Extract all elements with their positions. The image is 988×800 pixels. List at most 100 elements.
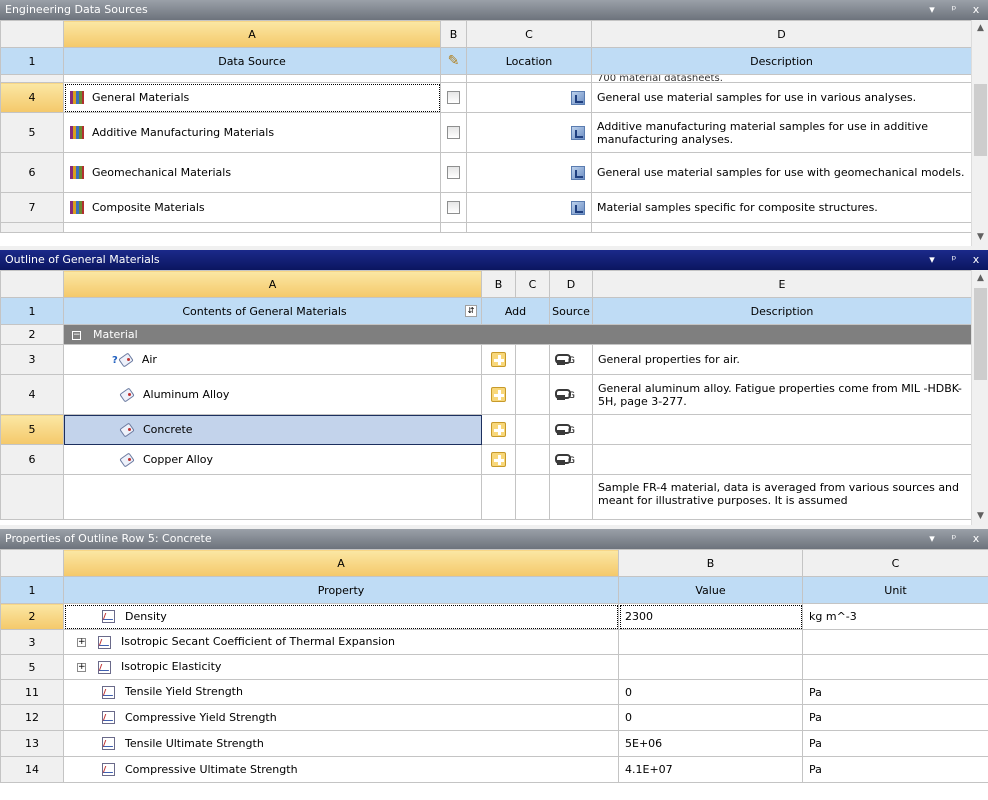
column-header-a[interactable]: A [63,270,482,298]
property-row[interactable]: + Isotropic Elasticity [63,654,619,680]
column-header-c[interactable]: C [466,20,592,48]
property-row[interactable]: + Isotropic Secant Coefficient of Thermal… [63,629,619,655]
property-row[interactable]: Density [63,603,619,630]
close-icon[interactable]: x [970,529,982,549]
row-number[interactable]: 13 [0,730,64,757]
row-description [592,444,971,475]
expand-icon[interactable]: + [77,637,86,647]
dropdown-icon[interactable]: ▾ [926,0,938,20]
dropdown-icon[interactable]: ▾ [926,529,938,549]
header-contents: ⇵ Contents of General Materials [63,297,482,325]
chart-icon [102,610,115,624]
data-source-row[interactable]: Geomechanical Materials [63,152,441,193]
property-value[interactable] [618,654,803,680]
collapse-icon[interactable]: − [72,330,81,340]
row-number[interactable]: 5 [0,112,64,153]
properties-table: A B C 1 Property Value Unit 2 Density 23… [0,549,988,783]
property-row[interactable]: Tensile Ultimate Strength [63,730,619,757]
material-group-row[interactable]: − Material [63,324,971,345]
material-row-selected[interactable]: Concrete [63,414,482,445]
sort-icon[interactable]: ⇵ [465,304,477,317]
property-unit[interactable]: Pa [802,679,988,705]
column-header-e[interactable]: E [592,270,971,298]
scroll-down-icon[interactable]: ▼ [972,229,988,246]
row-number[interactable]: 3 [0,629,64,655]
scroll-thumb[interactable] [974,288,987,380]
vertical-scrollbar[interactable]: ▲ ▼ [971,270,988,525]
panel-titlebar: Properties of Outline Row 5: Concrete ▾ … [0,529,988,549]
row-number: 2 [0,324,64,345]
property-unit[interactable] [802,629,988,655]
property-row[interactable]: Compressive Yield Strength [63,704,619,731]
property-unit[interactable]: Pa [802,730,988,757]
checkbox[interactable] [447,201,460,215]
row-number[interactable]: 6 [0,444,64,475]
pin-icon[interactable]: ᵖ [948,529,960,549]
property-value[interactable]: 2300 [618,603,803,630]
add-material-icon[interactable] [491,422,506,437]
row-number[interactable]: 7 [0,192,64,223]
browse-location-icon[interactable] [571,200,585,215]
column-header-b[interactable]: B [481,270,516,298]
row-number[interactable]: 14 [0,756,64,783]
column-header-a[interactable]: A [63,549,619,577]
row-number[interactable]: 6 [0,152,64,193]
row-number[interactable]: 3 [0,344,64,375]
row-number[interactable]: 11 [0,679,64,705]
property-unit[interactable]: Pa [802,756,988,783]
row-number[interactable]: 4 [0,82,64,113]
row-description: Material samples specific for composite … [591,192,971,223]
checkbox[interactable] [447,91,460,105]
scroll-up-icon[interactable]: ▲ [972,270,988,287]
close-icon[interactable]: x [970,0,982,20]
property-unit[interactable] [802,654,988,680]
column-header-a[interactable]: A [63,20,441,48]
property-value[interactable] [618,629,803,655]
checkbox[interactable] [447,126,460,140]
row-number[interactable]: 12 [0,704,64,731]
chart-icon [98,635,111,649]
row-number[interactable]: 4 [0,374,64,415]
data-source-row[interactable]: General Materials [63,82,441,113]
close-icon[interactable]: x [970,250,982,270]
property-value[interactable]: 5E+06 [618,730,803,757]
column-header-b[interactable]: B [440,20,467,48]
pin-icon[interactable]: ᵖ [948,250,960,270]
property-row[interactable]: Tensile Yield Strength [63,679,619,705]
material-row[interactable]: Copper Alloy [63,444,482,475]
scroll-thumb[interactable] [974,84,987,156]
property-value[interactable]: 0 [618,679,803,705]
browse-location-icon[interactable] [571,165,585,180]
add-material-icon[interactable] [491,352,506,367]
add-material-icon[interactable] [491,452,506,467]
property-value[interactable]: 4.1E+07 [618,756,803,783]
scroll-up-icon[interactable]: ▲ [972,20,988,37]
row-number[interactable]: 5 [0,414,64,445]
column-header-d[interactable]: D [591,20,971,48]
property-unit[interactable]: kg m^-3 [802,603,988,630]
column-header-d[interactable]: D [549,270,593,298]
checkbox[interactable] [447,166,460,180]
material-row[interactable]: ? Air [63,344,482,375]
dropdown-icon[interactable]: ▾ [926,250,938,270]
property-row[interactable]: Compressive Ultimate Strength [63,756,619,783]
column-header-c[interactable]: C [515,270,550,298]
row-number[interactable]: 2 [0,603,64,630]
material-row[interactable]: Aluminum Alloy [63,374,482,415]
browse-location-icon[interactable] [571,125,585,140]
property-value[interactable]: 0 [618,704,803,731]
column-header-c[interactable]: C [802,549,988,577]
column-header-b[interactable]: B [618,549,803,577]
vertical-scrollbar[interactable]: ▲ ▼ [971,20,988,246]
header-data-source: Data Source [63,47,441,75]
data-source-row[interactable]: Composite Materials [63,192,441,223]
property-unit[interactable]: Pa [802,704,988,731]
expand-icon[interactable]: + [77,662,86,672]
row-number[interactable]: 5 [0,654,64,680]
add-material-icon[interactable] [491,387,506,402]
edit-pencil-icon[interactable]: ✎ [440,47,467,75]
browse-location-icon[interactable] [571,90,585,105]
pin-icon[interactable]: ᵖ [948,0,960,20]
data-source-row[interactable]: Additive Manufacturing Materials [63,112,441,153]
scroll-down-icon[interactable]: ▼ [972,508,988,525]
